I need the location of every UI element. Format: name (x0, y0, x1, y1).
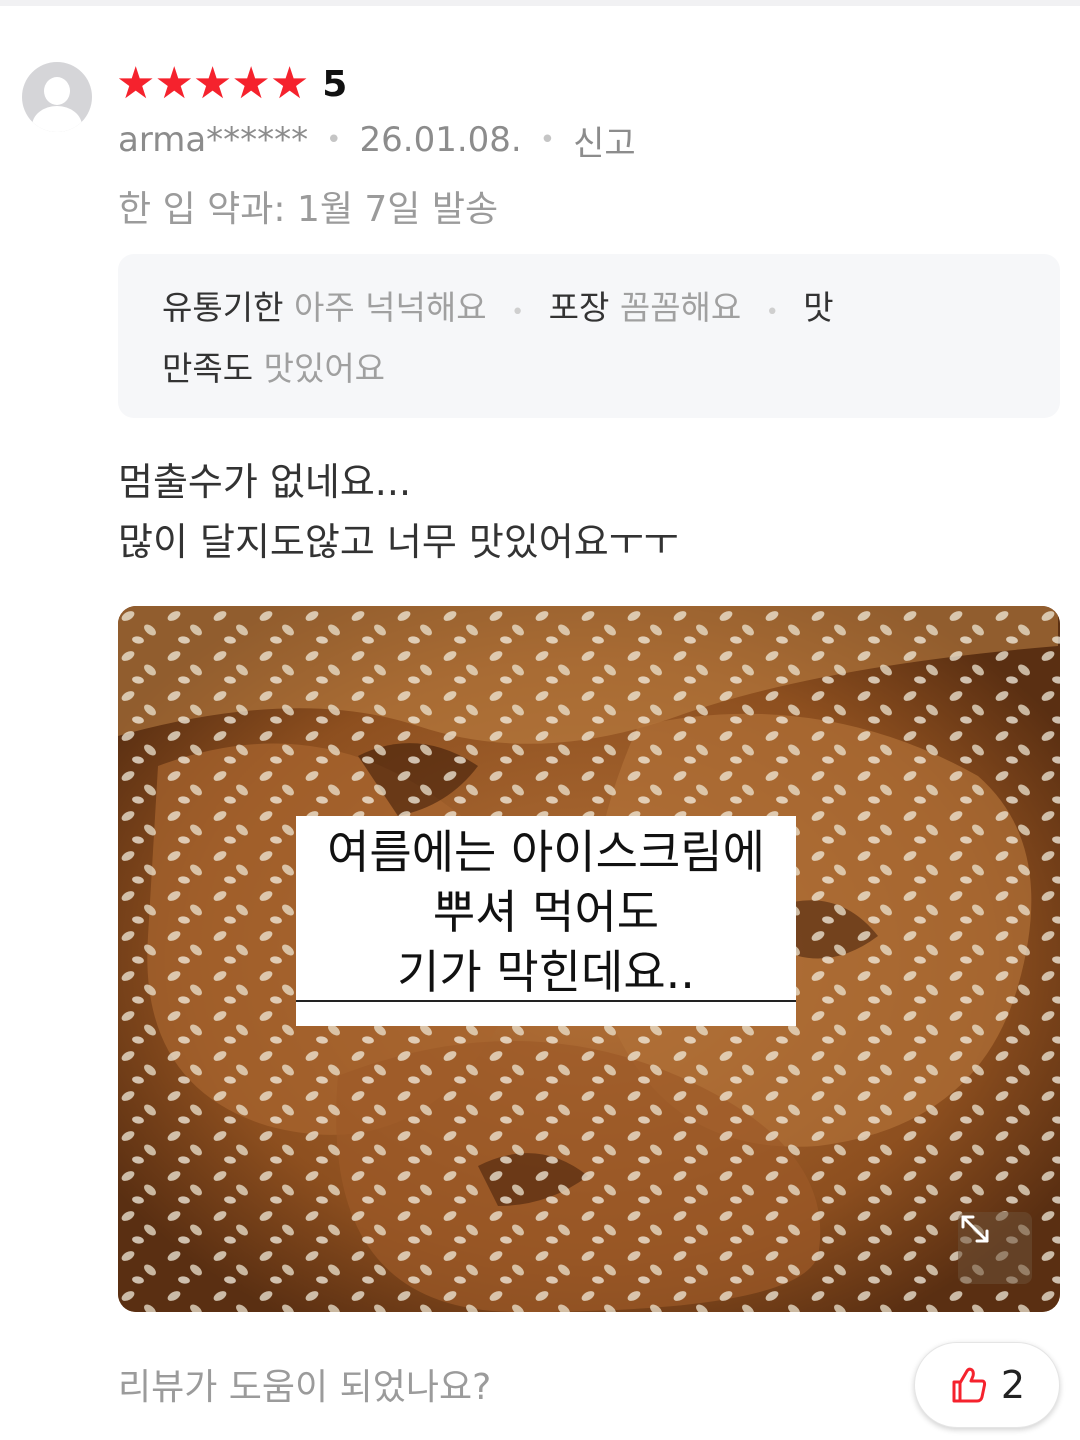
like-button[interactable]: 2 (914, 1342, 1060, 1428)
review-date: 26.01.08. (359, 120, 522, 160)
separator-dot: • (511, 300, 525, 325)
caption-line: 뿌셔 먹어도 (432, 885, 660, 939)
star-icon: ★ (192, 58, 233, 109)
review-meta: arma****** • 26.01.08. • 신고 (118, 116, 636, 165)
tag-key-taste: 맛 (803, 288, 834, 327)
helpful-question: 리뷰가 도움이 되었나요? (118, 1367, 492, 1408)
tag-line: 만족도 맛있어요 (162, 341, 1016, 397)
rating-value: 5 (322, 63, 348, 105)
caption-line: 여름에는 아이스크림에 (327, 825, 765, 879)
caption-line: 기가 막힌데요.. (397, 945, 695, 999)
separator-dot: • (539, 125, 556, 155)
review-text: 멈출수가 없네요... 많이 달지도않고 너무 맛있어요ㅜㅜ (118, 460, 679, 564)
rating-row: ★ ★ ★ ★ ★ 5 (116, 58, 347, 110)
star-rating: ★ ★ ★ ★ ★ (116, 58, 310, 109)
tag-key-expiry: 유통기한 (162, 288, 284, 327)
expand-button[interactable] (958, 1212, 1032, 1284)
star-icon: ★ (231, 58, 271, 109)
separator-dot: • (765, 300, 779, 325)
tag-value-packaging: 꼼꼼해요 (619, 288, 742, 327)
avatar (22, 62, 92, 132)
like-count: 2 (1000, 1363, 1026, 1407)
thumbs-up-icon (952, 1367, 986, 1403)
tag-key-packaging: 포장 (548, 288, 610, 327)
star-icon: ★ (116, 58, 156, 109)
tag-value-expiry: 아주 넉넉해요 (293, 288, 487, 327)
top-divider (0, 0, 1080, 6)
star-icon: ★ (269, 58, 310, 109)
evaluation-tags: 유통기한 아주 넉넉해요 • 포장 꼼꼼해요 • 맛 만족도 맛있어요 (118, 254, 1060, 418)
username: arma****** (118, 120, 309, 160)
avatar-head (44, 77, 70, 105)
photo-caption: 여름에는 아이스크림에 뿌셔 먹어도 기가 막힌데요.. (296, 816, 796, 1026)
avatar-body (32, 106, 82, 132)
tag-key-satisfaction: 만족도 (162, 349, 254, 388)
expand-icon (961, 1215, 989, 1243)
separator-dot: • (326, 125, 342, 155)
tag-value-taste: 맛있어요 (263, 349, 386, 388)
purchased-option: 한 입 약과: 1월 7일 발송 (118, 189, 499, 230)
star-icon: ★ (154, 58, 194, 109)
caption-underline (296, 1000, 796, 1002)
tag-line: 유통기한 아주 넉넉해요 • 포장 꼼꼼해요 • 맛 (162, 280, 1016, 341)
report-link[interactable]: 신고 (573, 116, 636, 165)
review-photo[interactable]: 여름에는 아이스크림에 뿌셔 먹어도 기가 막힌데요.. (118, 606, 1060, 1312)
